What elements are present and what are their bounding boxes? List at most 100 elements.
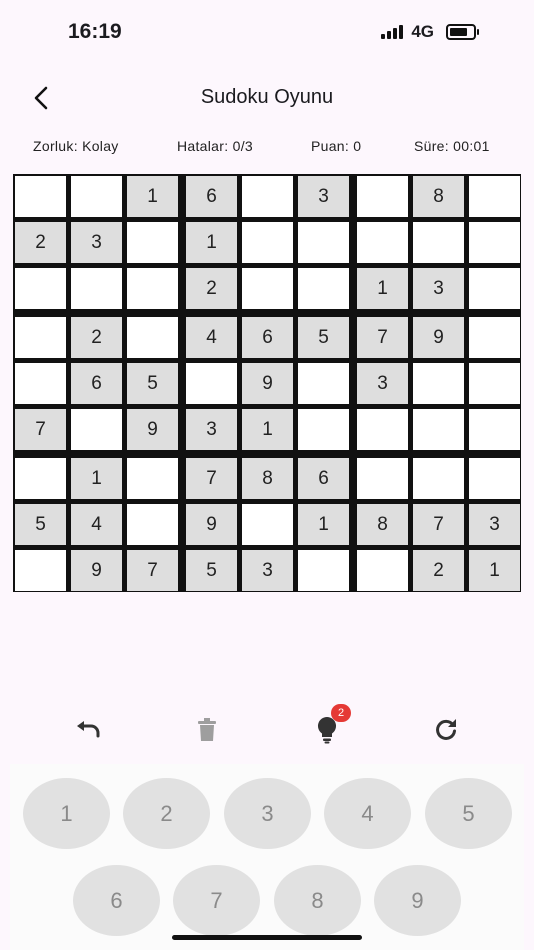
sudoku-cell-r6c1[interactable]: 7 bbox=[14, 408, 67, 451]
sudoku-cell-r2c5[interactable] bbox=[241, 221, 294, 264]
sudoku-cell-r1c3[interactable]: 1 bbox=[126, 175, 179, 218]
sudoku-cell-r5c9[interactable] bbox=[468, 362, 521, 405]
keypad-key-7[interactable]: 7 bbox=[173, 865, 260, 936]
sudoku-cell-r6c2[interactable] bbox=[70, 408, 123, 451]
keypad-key-8[interactable]: 8 bbox=[274, 865, 361, 936]
sudoku-cell-r4c3[interactable] bbox=[126, 316, 179, 359]
sudoku-cell-r5c3[interactable]: 5 bbox=[126, 362, 179, 405]
sudoku-cell-r4c4[interactable]: 4 bbox=[185, 316, 238, 359]
sudoku-cell-r6c7[interactable] bbox=[356, 408, 409, 451]
sudoku-cell-r7c1[interactable] bbox=[14, 457, 67, 500]
sudoku-cell-r8c1[interactable]: 5 bbox=[14, 503, 67, 546]
sudoku-cell-r9c2[interactable]: 9 bbox=[70, 549, 123, 592]
sudoku-cell-r5c4[interactable] bbox=[185, 362, 238, 405]
sudoku-cell-r9c6[interactable] bbox=[297, 549, 350, 592]
restart-button[interactable] bbox=[426, 710, 466, 750]
sudoku-cell-r3c1[interactable] bbox=[14, 267, 67, 310]
sudoku-cell-r8c7[interactable]: 8 bbox=[356, 503, 409, 546]
battery-icon bbox=[446, 24, 479, 40]
sudoku-cell-r9c1[interactable] bbox=[14, 549, 67, 592]
sudoku-cell-r7c7[interactable] bbox=[356, 457, 409, 500]
sudoku-cell-r3c8[interactable]: 3 bbox=[412, 267, 465, 310]
sudoku-cell-r1c8[interactable]: 8 bbox=[412, 175, 465, 218]
keypad-key-9[interactable]: 9 bbox=[374, 865, 461, 936]
keypad-key-3[interactable]: 3 bbox=[224, 778, 311, 849]
sudoku-cell-r3c5[interactable] bbox=[241, 267, 294, 310]
sudoku-cell-r8c6[interactable]: 1 bbox=[297, 503, 350, 546]
sudoku-cell-r8c9[interactable]: 3 bbox=[468, 503, 521, 546]
erase-button[interactable] bbox=[187, 710, 227, 750]
sudoku-cell-r2c9[interactable] bbox=[468, 221, 521, 264]
sudoku-cell-r8c8[interactable]: 7 bbox=[412, 503, 465, 546]
sudoku-cell-r7c4[interactable]: 7 bbox=[185, 457, 238, 500]
sudoku-cell-r4c7[interactable]: 7 bbox=[356, 316, 409, 359]
sudoku-cell-r7c6[interactable]: 6 bbox=[297, 457, 350, 500]
sudoku-cell-r2c3[interactable] bbox=[126, 221, 179, 264]
sudoku-cell-r1c2[interactable] bbox=[70, 175, 123, 218]
sudoku-cell-r8c3[interactable] bbox=[126, 503, 179, 546]
sudoku-cell-r6c6[interactable] bbox=[297, 408, 350, 451]
sudoku-cell-r9c7[interactable] bbox=[356, 549, 409, 592]
sudoku-cell-r5c7[interactable]: 3 bbox=[356, 362, 409, 405]
sudoku-cell-r3c3[interactable] bbox=[126, 267, 179, 310]
sudoku-cell-r6c9[interactable] bbox=[468, 408, 521, 451]
status-bar: 16:19 4G bbox=[0, 0, 534, 66]
keypad-key-2[interactable]: 2 bbox=[123, 778, 210, 849]
sudoku-cell-r6c4[interactable]: 3 bbox=[185, 408, 238, 451]
sudoku-cell-r2c6[interactable] bbox=[297, 221, 350, 264]
sudoku-cell-r6c8[interactable] bbox=[412, 408, 465, 451]
sudoku-cell-r2c2[interactable]: 3 bbox=[70, 221, 123, 264]
sudoku-cell-r2c7[interactable] bbox=[356, 221, 409, 264]
sudoku-cell-r2c1[interactable]: 2 bbox=[14, 221, 67, 264]
keypad-key-4[interactable]: 4 bbox=[324, 778, 411, 849]
sudoku-cell-r2c8[interactable] bbox=[412, 221, 465, 264]
sudoku-cell-r7c8[interactable] bbox=[412, 457, 465, 500]
sudoku-cell-r9c8[interactable]: 2 bbox=[412, 549, 465, 592]
sudoku-cell-r7c9[interactable] bbox=[468, 457, 521, 500]
sudoku-cell-r7c3[interactable] bbox=[126, 457, 179, 500]
sudoku-cell-r1c5[interactable] bbox=[241, 175, 294, 218]
sudoku-cell-r3c9[interactable] bbox=[468, 267, 521, 310]
sudoku-cell-r6c5[interactable]: 1 bbox=[241, 408, 294, 451]
hint-button[interactable]: 2 bbox=[307, 704, 351, 750]
undo-button[interactable] bbox=[68, 710, 108, 750]
sudoku-cell-r9c9[interactable]: 1 bbox=[468, 549, 521, 592]
sudoku-cell-r4c9[interactable] bbox=[468, 316, 521, 359]
sudoku-cell-r1c7[interactable] bbox=[356, 175, 409, 218]
keypad-key-6[interactable]: 6 bbox=[73, 865, 160, 936]
sudoku-cell-r9c4[interactable]: 5 bbox=[185, 549, 238, 592]
sudoku-cell-r3c4[interactable]: 2 bbox=[185, 267, 238, 310]
sudoku-cell-r9c5[interactable]: 3 bbox=[241, 549, 294, 592]
sudoku-cell-r3c2[interactable] bbox=[70, 267, 123, 310]
sudoku-cell-r4c5[interactable]: 6 bbox=[241, 316, 294, 359]
sudoku-cell-r8c5[interactable] bbox=[241, 503, 294, 546]
sudoku-cell-r1c6[interactable]: 3 bbox=[297, 175, 350, 218]
sudoku-cell-r4c6[interactable]: 5 bbox=[297, 316, 350, 359]
sudoku-cell-r3c6[interactable] bbox=[297, 267, 350, 310]
sudoku-cell-r7c5[interactable]: 8 bbox=[241, 457, 294, 500]
sudoku-cell-r5c8[interactable] bbox=[412, 362, 465, 405]
mistakes-label: Hatalar: 0/3 bbox=[177, 138, 253, 154]
sudoku-cell-r3c7[interactable]: 1 bbox=[356, 267, 409, 310]
sudoku-cell-r5c5[interactable]: 9 bbox=[241, 362, 294, 405]
timer-label: Süre: 00:01 bbox=[414, 138, 490, 154]
sudoku-cell-r8c2[interactable]: 4 bbox=[70, 503, 123, 546]
sudoku-cell-r9c3[interactable]: 7 bbox=[126, 549, 179, 592]
sudoku-cell-r7c2[interactable]: 1 bbox=[70, 457, 123, 500]
sudoku-cell-r8c4[interactable]: 9 bbox=[185, 503, 238, 546]
game-info: Zorluk: Kolay Hatalar: 0/3 Puan: 0 Süre:… bbox=[0, 138, 534, 156]
keypad-key-5[interactable]: 5 bbox=[425, 778, 512, 849]
sudoku-cell-r5c2[interactable]: 6 bbox=[70, 362, 123, 405]
sudoku-cell-r4c8[interactable]: 9 bbox=[412, 316, 465, 359]
sudoku-cell-r1c9[interactable] bbox=[468, 175, 521, 218]
sudoku-cell-r1c1[interactable] bbox=[14, 175, 67, 218]
sudoku-cell-r5c1[interactable] bbox=[14, 362, 67, 405]
score-label: Puan: 0 bbox=[311, 138, 362, 154]
sudoku-cell-r4c2[interactable]: 2 bbox=[70, 316, 123, 359]
sudoku-cell-r2c4[interactable]: 1 bbox=[185, 221, 238, 264]
sudoku-cell-r6c3[interactable]: 9 bbox=[126, 408, 179, 451]
sudoku-cell-r5c6[interactable] bbox=[297, 362, 350, 405]
sudoku-cell-r1c4[interactable]: 6 bbox=[185, 175, 238, 218]
sudoku-cell-r4c1[interactable] bbox=[14, 316, 67, 359]
keypad-key-1[interactable]: 1 bbox=[23, 778, 110, 849]
